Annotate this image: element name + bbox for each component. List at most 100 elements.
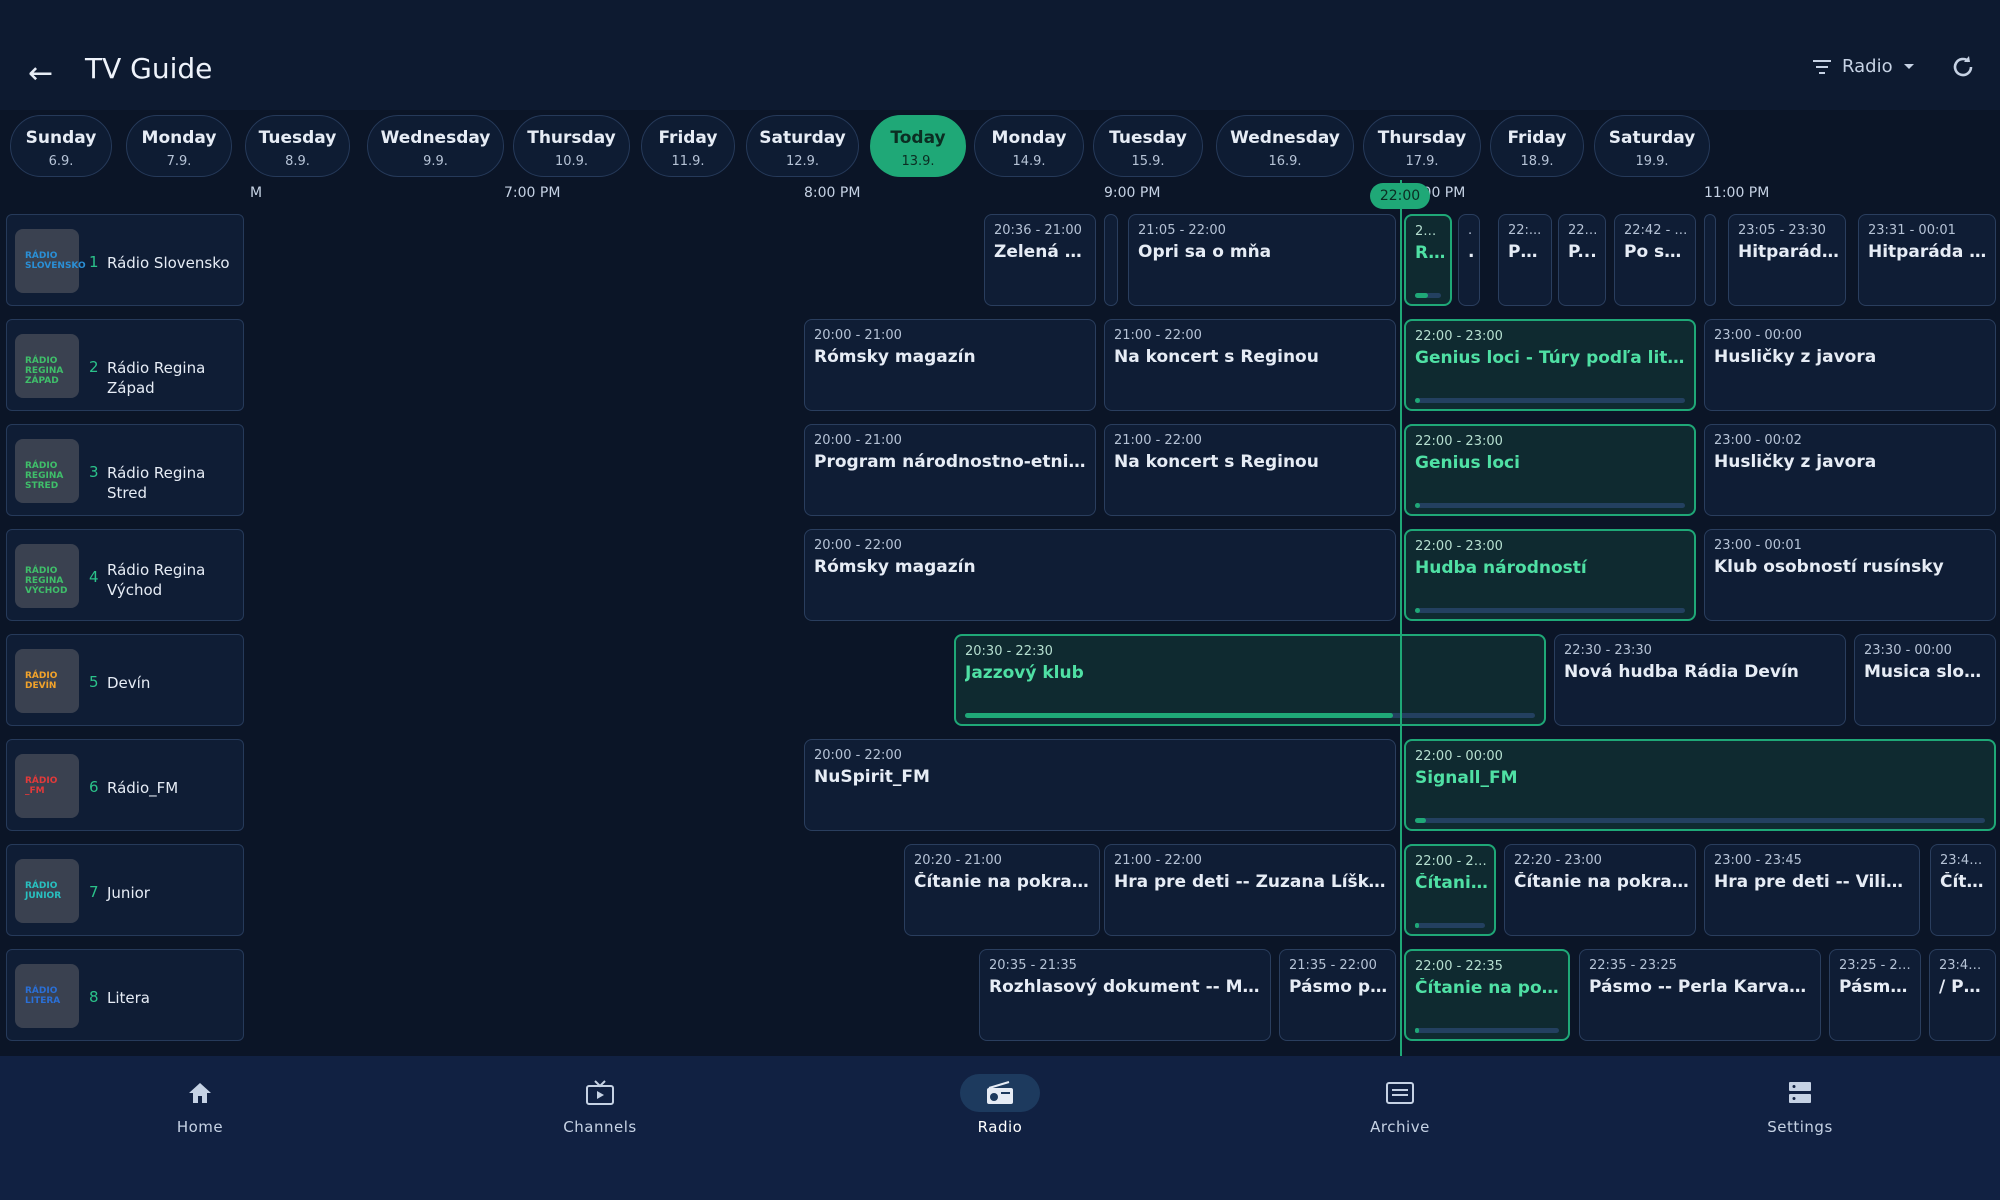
progress-fill [965,713,1393,718]
day-name: Thursday [1377,128,1467,148]
program-time: 22:... [1568,223,1599,238]
program-card[interactable]: 22:... P... [1558,214,1606,306]
channel-card-6[interactable]: RÁDIO _FM 6 Rádio_FM [6,739,244,831]
nav-item-radio[interactable]: Radio [800,1056,1200,1200]
program-card[interactable] [1104,214,1118,306]
program-card[interactable]: 22:00 - 23:00 Genius loci - Túry podľa li… [1404,319,1696,411]
program-card[interactable]: 20:00 - 22:00 Rómsky magazín [804,529,1396,621]
nav-item-archive[interactable]: Archive [1200,1056,1600,1200]
program-card[interactable]: 21:35 - 22:00 Pásmo po... [1279,949,1396,1041]
day-chip-12[interactable]: Friday 18.9. [1490,115,1584,177]
program-title: Pásmo po... [1289,977,1389,997]
day-chip-1[interactable]: Monday 7.9. [126,115,232,177]
day-chip-3[interactable]: Wednesday 9.9. [367,115,504,177]
channel-card-5[interactable]: RÁDIO DEVÍN 5 Devín [6,634,244,726]
program-card[interactable]: 22:00 - 23:00 Genius loci [1404,424,1696,516]
program-card[interactable]: 22:20 - 23:00 Čítanie na pokračov... [1504,844,1696,936]
day-chip-11[interactable]: Thursday 17.9. [1363,115,1481,177]
program-card[interactable]: 22:35 - 23:25 Pásmo -- Perla Karvašová: .… [1579,949,1821,1041]
day-chip-6[interactable]: Saturday 12.9. [746,115,859,177]
program-title: Hudba národností [1415,558,1587,578]
day-chip-7[interactable]: Today 13.9. [870,115,966,177]
program-card[interactable]: 22:00 - 00:00 Signall_FM [1404,739,1996,831]
back-arrow-icon[interactable]: ← [28,56,53,91]
filter-dropdown[interactable]: Radio [1812,56,1915,77]
program-card[interactable]: 20:20 - 21:00 Čítanie na pokračov... [904,844,1100,936]
program-card[interactable]: 22:00 - 23:00 Hudba národností [1404,529,1696,621]
program-card[interactable]: 23:30 - 00:00 Musica slovaca [1854,634,1996,726]
program-title: Genius loci [1415,453,1520,473]
program-card[interactable]: 23:45 ... / PR... [1929,949,1996,1041]
program-card[interactable]: 21:00 - 22:00 Hra pre deti -- Zuzana Líšk… [1104,844,1396,936]
program-time: 22:35 - 23:25 [1589,958,1677,973]
program-card[interactable]: 20:00 - 21:00 Program národnostno-etnické… [804,424,1096,516]
program-card[interactable]: 21:00 - 22:00 Na koncert s Reginou [1104,319,1396,411]
refresh-icon[interactable] [1950,54,1976,80]
day-date: 14.9. [1012,154,1046,169]
nav-item-settings[interactable]: Settings [1600,1056,2000,1200]
time-tick: 8:00 PM [804,185,861,201]
day-chip-10[interactable]: Wednesday 16.9. [1216,115,1354,177]
program-title: Na koncert s Reginou [1114,347,1319,367]
channel-name: Rádio Regina Východ [107,561,206,599]
program-time: 23:30 - 00:00 [1864,643,1952,658]
program-card[interactable]: 23:25 - 23:... Pásmo ... [1829,949,1921,1041]
day-chip-2[interactable]: Tuesday 8.9. [245,115,350,177]
nav-item-home[interactable]: Home [0,1056,400,1200]
program-title: Číta... [1940,872,1989,892]
program-card[interactable]: 22:30 - 23:30 Nová hudba Rádia Devín [1554,634,1846,726]
program-card[interactable]: 23:31 - 00:01 Hitparáda TO... [1858,214,1996,306]
day-chip-5[interactable]: Friday 11.9. [641,115,735,177]
day-chip-0[interactable]: Sunday 6.9. [10,115,112,177]
day-date: 10.9. [554,154,589,169]
channel-card-4[interactable]: RÁDIO REGINA VÝCHOD 4 Rádio Regina Východ [6,529,244,621]
program-card[interactable]: 20:30 - 22:30 Jazzový klub [954,634,1546,726]
program-time: 22:42 - 2... [1624,223,1689,238]
channel-card-3[interactable]: RÁDIO REGINA STRED 3 Rádio Regina Stred [6,424,244,516]
program-card[interactable]: 20:00 - 22:00 NuSpirit_FM [804,739,1396,831]
program-card[interactable]: 23:00 - 00:01 Klub osobností rusínsky [1704,529,1996,621]
progress-fill [1415,923,1419,928]
day-chip-4[interactable]: Thursday 10.9. [513,115,630,177]
day-chip-13[interactable]: Saturday 19.9. [1594,115,1710,177]
program-card[interactable]: 20:36 - 21:00 Zelená vlna [984,214,1096,306]
nav-item-channels[interactable]: Channels [400,1056,800,1200]
program-title: Jazzový klub [965,663,1084,683]
program-card[interactable]: 23:45 ... Číta... [1930,844,1996,936]
program-card[interactable]: 23:00 - 23:45 Hra pre deti -- Viliam Kli.… [1704,844,1920,936]
program-title: Hitparáda ... [1738,242,1839,262]
day-chip-8[interactable]: Monday 14.9. [974,115,1084,177]
program-card[interactable]: 21:05 - 22:00 Opri sa o mňa [1128,214,1396,306]
program-card[interactable]: 23:00 - 00:02 Husličky z javora [1704,424,1996,516]
program-time: 20:00 - 22:00 [814,538,902,553]
program-card[interactable]: 23:00 - 00:00 Husličky z javora [1704,319,1996,411]
program-card[interactable]: .... [1458,214,1480,306]
channel-card-8[interactable]: RÁDIO LITERA 8 Litera [6,949,244,1041]
program-time: .. [1468,223,1473,238]
channel-card-1[interactable]: RÁDIO SLOVENSKO 1 Rádio Slovensko [6,214,244,306]
program-time: 20:00 - 21:00 [814,433,902,448]
program-card[interactable] [1704,214,1716,306]
settings-icon [1770,1074,1830,1112]
epg-grid: RÁDIO SLOVENSKO 1 Rádio Slovensko 20:36 - 2… [0,210,2000,1056]
progress-bar [1415,1028,1559,1033]
program-card[interactable]: 21:00 - 22:00 Na koncert s Reginou [1104,424,1396,516]
channel-name: Rádio Slovensko [107,254,230,272]
bottom-navigation: Home Channels Radio Archive Settings [0,1056,2000,1200]
channel-card-2[interactable]: RÁDIO REGINA ZÁPAD 2 Rádio Regina Západ [6,319,244,411]
program-time: 23:00 - 00:00 [1714,328,1802,343]
program-card[interactable]: 22:00 - 22:35 Čítanie na pokrač... [1404,949,1570,1041]
program-card[interactable]: 22:... Po... [1498,214,1552,306]
program-card[interactable]: 20:35 - 21:35 Rozhlasový dokument -- Marc… [979,949,1271,1041]
program-time: 20:36 - 21:00 [994,223,1082,238]
program-card[interactable]: 20:00 - 21:00 Rómsky magazín [804,319,1096,411]
progress-fill [1415,293,1428,298]
channel-card-7[interactable]: RÁDIO JUNIOR 7 Junior [6,844,244,936]
day-chip-9[interactable]: Tuesday 15.9. [1093,115,1203,177]
progress-bar [1415,398,1685,403]
program-card[interactable]: 22:00 - 22:... Čítanie ... [1404,844,1496,936]
program-time: 21:00 - 22:00 [1114,433,1202,448]
program-card[interactable]: 22:42 - 2... Po sto... [1614,214,1696,306]
program-card[interactable]: 22:... R... [1404,214,1452,306]
program-card[interactable]: 23:05 - 23:30 Hitparáda ... [1728,214,1846,306]
